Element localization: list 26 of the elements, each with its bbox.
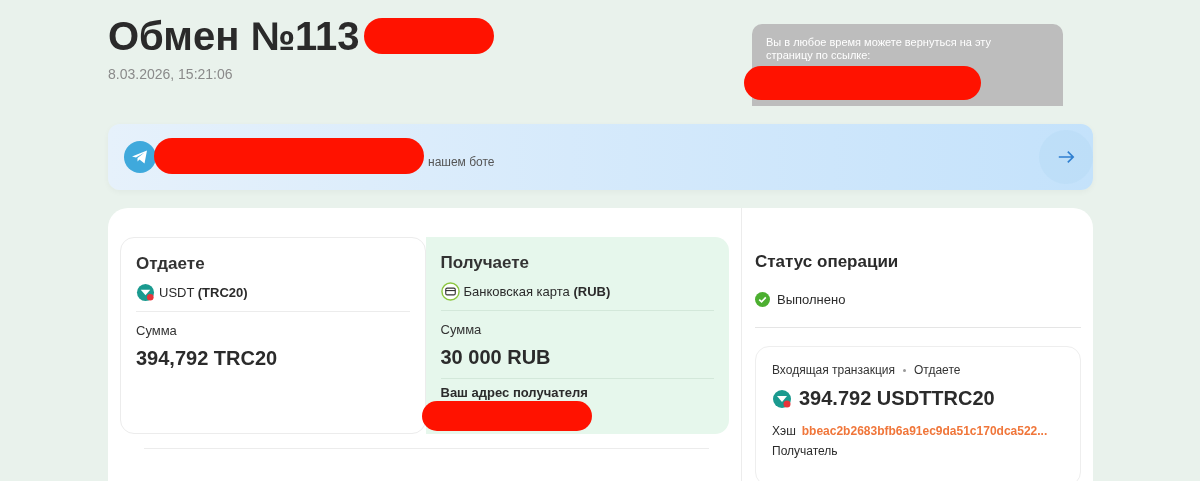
recipient-label: Получатель	[772, 444, 838, 458]
coin-icon	[136, 283, 155, 302]
transaction-side: Отдаете	[914, 363, 961, 377]
address-label: Ваш адрес получателя	[440, 385, 589, 400]
banner-text: нашем боте	[428, 155, 495, 169]
page-title: Обмен №113	[108, 13, 360, 60]
panel-heading: Отдаете	[136, 254, 206, 274]
currency-name: Банковская карта (RUB)	[463, 284, 611, 299]
amount-value: 394,792 TRC20	[136, 347, 279, 371]
amount-value: 30 000 RUB	[440, 346, 714, 379]
panel-heading: Получаете	[440, 253, 531, 273]
date-text: 8.03.2026, 15:21:06	[108, 66, 234, 82]
status-text: Выполнено	[777, 292, 846, 307]
transaction-amount: 394.792 USDTTRC20	[799, 387, 995, 410]
currency-name: USDT (TRC20)	[159, 285, 248, 300]
bot-banner[interactable]: нашем боте	[108, 124, 1093, 190]
card-icon	[440, 282, 460, 301]
notice-text: Вы в любое время можете вернуться на эту страницу по ссылке:	[766, 36, 992, 62]
coin-icon	[772, 388, 792, 409]
status-heading: Статус операции	[755, 252, 900, 272]
paper-plane-icon	[124, 141, 156, 173]
amount-label: Сумма	[440, 322, 483, 337]
hash-label: Хэш	[772, 424, 796, 438]
transaction-type: Входящая транзакция	[772, 363, 895, 377]
arrow-right-icon[interactable]	[1039, 130, 1093, 184]
amount-label: Сумма	[136, 323, 178, 338]
